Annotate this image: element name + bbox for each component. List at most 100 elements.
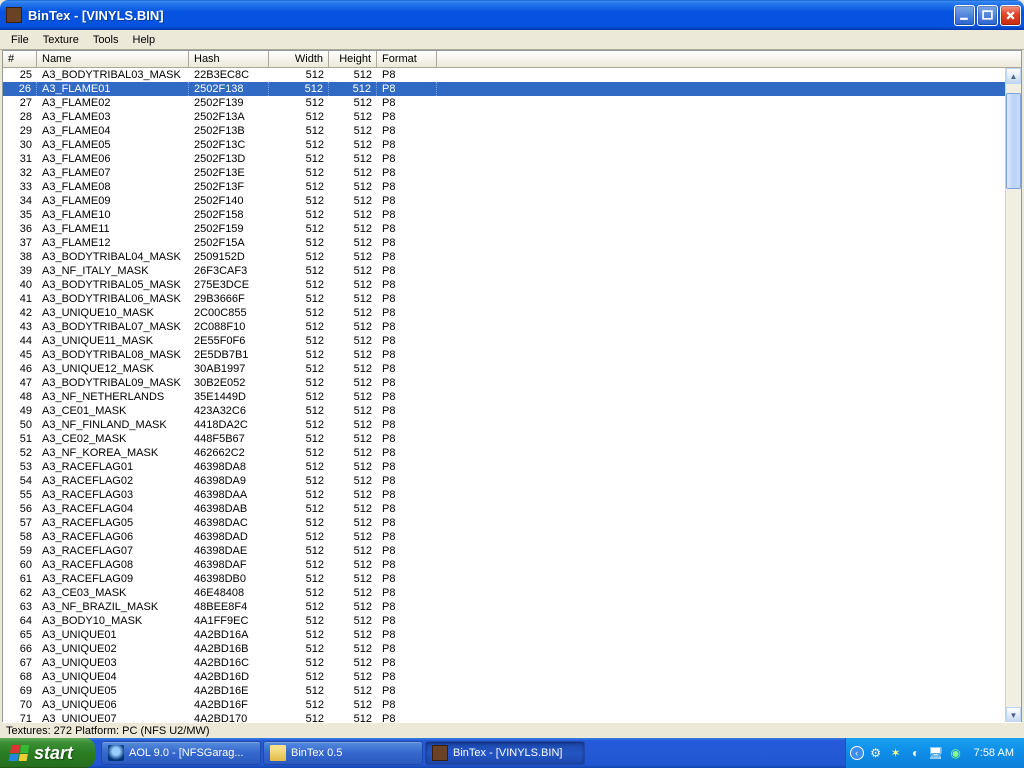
cell-hash: 2502F13C — [189, 138, 269, 152]
close-button[interactable] — [1000, 5, 1021, 26]
cell-height: 512 — [329, 474, 377, 488]
cell-format: P8 — [377, 586, 437, 600]
table-row[interactable]: 38A3_BODYTRIBAL04_MASK2509152D512512P8 — [3, 250, 1005, 264]
tray-expand-icon[interactable]: ‹ — [850, 746, 864, 760]
col-height[interactable]: Height — [329, 51, 377, 67]
minimize-button[interactable] — [954, 5, 975, 26]
table-row[interactable]: 39A3_NF_ITALY_MASK26F3CAF3512512P8 — [3, 264, 1005, 278]
tray-icon[interactable]: ⚙ — [868, 745, 884, 761]
taskbar-item[interactable]: BinTex 0.5 — [263, 741, 423, 765]
table-row[interactable]: 57A3_RACEFLAG0546398DAC512512P8 — [3, 516, 1005, 530]
col-index[interactable]: # — [3, 51, 37, 67]
table-row[interactable]: 68A3_UNIQUE044A2BD16D512512P8 — [3, 670, 1005, 684]
tray-icon[interactable]: ◐ — [908, 745, 924, 761]
cell-hash: 462662C2 — [189, 446, 269, 460]
status-text: Textures: 272 Platform: PC (NFS U2/MW) — [6, 725, 210, 737]
tray-icon[interactable]: 🖥 — [928, 745, 944, 761]
menubar: File Texture Tools Help — [0, 30, 1024, 50]
table-row[interactable]: 69A3_UNIQUE054A2BD16E512512P8 — [3, 684, 1005, 698]
menu-file[interactable]: File — [4, 32, 36, 48]
table-row[interactable]: 65A3_UNIQUE014A2BD16A512512P8 — [3, 628, 1005, 642]
table-row[interactable]: 32A3_FLAME072502F13E512512P8 — [3, 166, 1005, 180]
cell-idx: 34 — [3, 194, 37, 208]
table-row[interactable]: 45A3_BODYTRIBAL08_MASK2E5DB7B1512512P8 — [3, 348, 1005, 362]
taskbar-item[interactable]: BinTex - [VINYLS.BIN] — [425, 741, 585, 765]
table-row[interactable]: 47A3_BODYTRIBAL09_MASK30B2E052512512P8 — [3, 376, 1005, 390]
col-width[interactable]: Width — [269, 51, 329, 67]
table-row[interactable]: 27A3_FLAME022502F139512512P8 — [3, 96, 1005, 110]
table-row[interactable]: 53A3_RACEFLAG0146398DA8512512P8 — [3, 460, 1005, 474]
table-row[interactable]: 42A3_UNIQUE10_MASK2C00C855512512P8 — [3, 306, 1005, 320]
table-row[interactable]: 58A3_RACEFLAG0646398DAD512512P8 — [3, 530, 1005, 544]
table-row[interactable]: 60A3_RACEFLAG0846398DAF512512P8 — [3, 558, 1005, 572]
cell-format: P8 — [377, 166, 437, 180]
scroll-thumb[interactable] — [1006, 93, 1021, 189]
table-row[interactable]: 61A3_RACEFLAG0946398DB0512512P8 — [3, 572, 1005, 586]
table-row[interactable]: 37A3_FLAME122502F15A512512P8 — [3, 236, 1005, 250]
status-bar: Textures: 272 Platform: PC (NFS U2/MW) — [2, 722, 1022, 738]
table-row[interactable]: 34A3_FLAME092502F140512512P8 — [3, 194, 1005, 208]
table-row[interactable]: 44A3_UNIQUE11_MASK2E55F0F6512512P8 — [3, 334, 1005, 348]
cell-height: 512 — [329, 418, 377, 432]
cell-format: P8 — [377, 180, 437, 194]
cell-width: 512 — [269, 488, 329, 502]
table-row[interactable]: 56A3_RACEFLAG0446398DAB512512P8 — [3, 502, 1005, 516]
taskbar-item-label: BinTex 0.5 — [291, 747, 342, 759]
table-row[interactable]: 59A3_RACEFLAG0746398DAE512512P8 — [3, 544, 1005, 558]
table-row[interactable]: 52A3_NF_KOREA_MASK462662C2512512P8 — [3, 446, 1005, 460]
col-format[interactable]: Format — [377, 51, 437, 67]
table-row[interactable]: 67A3_UNIQUE034A2BD16C512512P8 — [3, 656, 1005, 670]
cell-width: 512 — [269, 474, 329, 488]
table-row[interactable]: 30A3_FLAME052502F13C512512P8 — [3, 138, 1005, 152]
table-row[interactable]: 50A3_NF_FINLAND_MASK4418DA2C512512P8 — [3, 418, 1005, 432]
menu-help[interactable]: Help — [126, 32, 163, 48]
table-row[interactable]: 63A3_NF_BRAZIL_MASK48BEE8F4512512P8 — [3, 600, 1005, 614]
maximize-button[interactable] — [977, 5, 998, 26]
table-row[interactable]: 55A3_RACEFLAG0346398DAA512512P8 — [3, 488, 1005, 502]
menu-tools[interactable]: Tools — [86, 32, 126, 48]
taskbar-item[interactable]: AOL 9.0 - [NFSGarag... — [101, 741, 261, 765]
cell-name: A3_UNIQUE02 — [37, 642, 189, 656]
start-button[interactable]: start — [0, 738, 95, 768]
cell-name: A3_FLAME05 — [37, 138, 189, 152]
table-row[interactable]: 41A3_BODYTRIBAL06_MASK29B3666F512512P8 — [3, 292, 1005, 306]
table-row[interactable]: 49A3_CE01_MASK423A32C6512512P8 — [3, 404, 1005, 418]
table-row[interactable]: 31A3_FLAME062502F13D512512P8 — [3, 152, 1005, 166]
cell-format: P8 — [377, 628, 437, 642]
col-name[interactable]: Name — [37, 51, 189, 67]
table-row[interactable]: 35A3_FLAME102502F158512512P8 — [3, 208, 1005, 222]
cell-idx: 50 — [3, 418, 37, 432]
clock[interactable]: 7:58 AM — [974, 747, 1014, 759]
menu-texture[interactable]: Texture — [36, 32, 86, 48]
table-row[interactable]: 33A3_FLAME082502F13F512512P8 — [3, 180, 1005, 194]
table-row[interactable]: 29A3_FLAME042502F13B512512P8 — [3, 124, 1005, 138]
table-row[interactable]: 26A3_FLAME012502F138512512P8 — [3, 82, 1005, 96]
col-hash[interactable]: Hash — [189, 51, 269, 67]
cell-hash: 2502F15A — [189, 236, 269, 250]
tray-icon[interactable]: ◉ — [948, 745, 964, 761]
table-row[interactable]: 64A3_BODY10_MASK4A1FF9EC512512P8 — [3, 614, 1005, 628]
cell-height: 512 — [329, 544, 377, 558]
table-row[interactable]: 25A3_BODYTRIBAL03_MASK22B3EC8C512512P8 — [3, 68, 1005, 82]
scroll-down-icon[interactable]: ▼ — [1006, 707, 1021, 723]
tray-icon[interactable]: ✶ — [888, 745, 904, 761]
cell-name: A3_NF_NETHERLANDS — [37, 390, 189, 404]
scroll-up-icon[interactable]: ▲ — [1006, 68, 1021, 84]
table-row[interactable]: 28A3_FLAME032502F13A512512P8 — [3, 110, 1005, 124]
cell-height: 512 — [329, 614, 377, 628]
cell-name: A3_NF_BRAZIL_MASK — [37, 600, 189, 614]
vertical-scrollbar[interactable]: ▲ ▼ — [1005, 68, 1021, 723]
table-row[interactable]: 40A3_BODYTRIBAL05_MASK275E3DCE512512P8 — [3, 278, 1005, 292]
table-row[interactable]: 46A3_UNIQUE12_MASK30AB1997512512P8 — [3, 362, 1005, 376]
cell-idx: 38 — [3, 250, 37, 264]
table-row[interactable]: 54A3_RACEFLAG0246398DA9512512P8 — [3, 474, 1005, 488]
table-row[interactable]: 51A3_CE02_MASK448F5B67512512P8 — [3, 432, 1005, 446]
cell-name: A3_UNIQUE03 — [37, 656, 189, 670]
folder-icon — [270, 745, 286, 761]
table-row[interactable]: 62A3_CE03_MASK46E48408512512P8 — [3, 586, 1005, 600]
table-row[interactable]: 43A3_BODYTRIBAL07_MASK2C088F10512512P8 — [3, 320, 1005, 334]
table-row[interactable]: 66A3_UNIQUE024A2BD16B512512P8 — [3, 642, 1005, 656]
table-row[interactable]: 36A3_FLAME112502F159512512P8 — [3, 222, 1005, 236]
table-row[interactable]: 48A3_NF_NETHERLANDS35E1449D512512P8 — [3, 390, 1005, 404]
table-row[interactable]: 70A3_UNIQUE064A2BD16F512512P8 — [3, 698, 1005, 712]
